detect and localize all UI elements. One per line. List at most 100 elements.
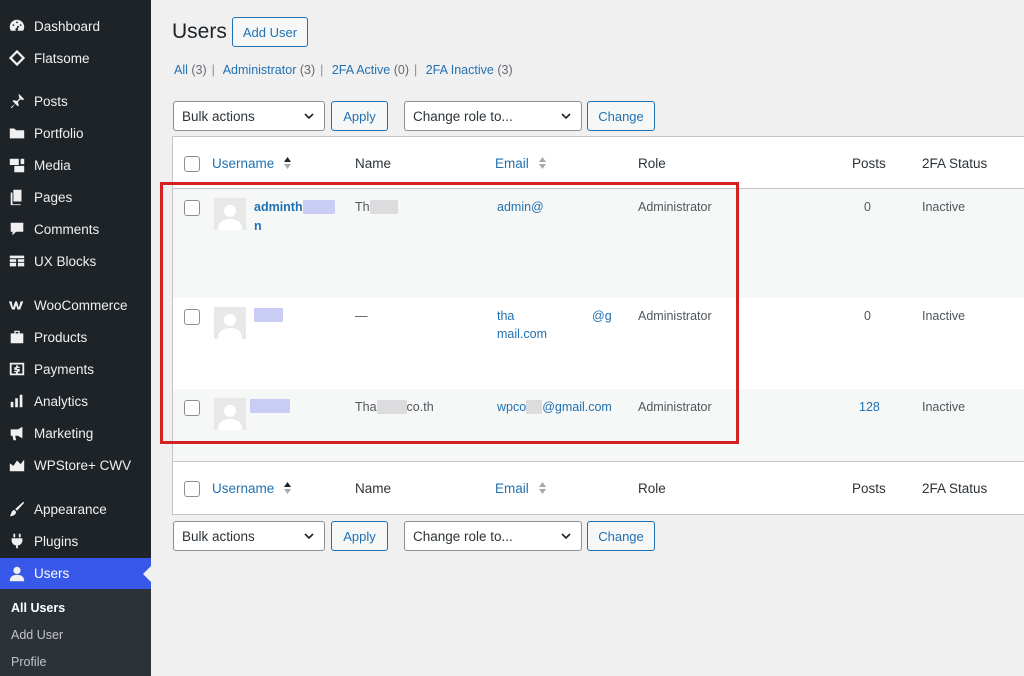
2fa-status-cell: Inactive [922, 400, 966, 414]
sort-arrows-icon [538, 482, 546, 494]
sidebar-item-dashboard[interactable]: Dashboard [0, 11, 151, 41]
column-name: Name [355, 156, 392, 171]
users-submenu: All Users Add User Profile [0, 589, 151, 676]
column-label: Email [495, 481, 529, 496]
sidebar-item-label: Analytics [34, 393, 89, 409]
select-value: Change role to... [413, 528, 513, 544]
column-username-footer[interactable]: Username [212, 481, 292, 496]
media-icon [0, 156, 34, 174]
sidebar-item-label: Payments [34, 361, 95, 377]
filter-count: (3) [497, 63, 513, 77]
filter-all[interactable]: All [174, 63, 188, 77]
select-value: Change role to... [413, 108, 513, 124]
select-all-checkbox-footer[interactable] [184, 481, 200, 497]
change-role-button[interactable]: Change [587, 101, 655, 131]
dashboard-icon [0, 17, 34, 35]
column-label: Username [212, 156, 275, 171]
sort-arrows-icon [284, 482, 292, 494]
sidebar-item-plugins[interactable]: Plugins [0, 526, 151, 556]
column-email[interactable]: Email [495, 156, 547, 171]
folder-icon [0, 124, 34, 142]
flatsome-icon [0, 49, 34, 67]
sidebar-item-ux-blocks[interactable]: UX Blocks [0, 246, 151, 276]
sidebar-item-label: Posts [34, 93, 68, 109]
posts-count: 0 [864, 200, 871, 214]
payments-icon [0, 360, 34, 378]
filter-separator: | [414, 63, 418, 77]
column-role: Role [638, 156, 666, 171]
select-value: Bulk actions [182, 528, 255, 544]
column-2fa-status: 2FA Status [922, 156, 988, 171]
sidebar-item-wpstore-cwv[interactable]: WPStore+ CWV [0, 450, 151, 480]
sidebar-item-analytics[interactable]: Analytics [0, 386, 151, 416]
sidebar-item-label: Users [34, 566, 70, 581]
select-value: Bulk actions [182, 108, 255, 124]
sidebar-item-flatsome[interactable]: Flatsome [0, 43, 151, 73]
products-icon [0, 328, 34, 346]
column-email-footer[interactable]: Email [495, 481, 547, 496]
submenu-all-users[interactable]: All Users [11, 601, 65, 615]
sidebar-item-label: Products [34, 329, 88, 345]
sidebar-item-label: Plugins [34, 533, 79, 549]
column-2fa-status-footer: 2FA Status [922, 481, 988, 496]
apply-button[interactable]: Apply [331, 101, 388, 131]
analytics-icon [0, 392, 34, 410]
submenu-add-user[interactable]: Add User [11, 628, 63, 642]
filter-administrator[interactable]: Administrator [223, 63, 297, 77]
posts-count: 0 [864, 309, 871, 323]
red-highlight-box [160, 182, 739, 444]
sidebar-item-products[interactable]: Products [0, 322, 151, 352]
sidebar-item-portfolio[interactable]: Portfolio [0, 118, 151, 148]
sidebar-item-label: WPStore+ CWV [34, 457, 132, 473]
footer-divider [173, 461, 1024, 462]
blocks-icon [0, 252, 34, 270]
comment-icon [0, 220, 34, 238]
sidebar-item-media[interactable]: Media [0, 150, 151, 180]
sidebar-item-label: Comments [34, 221, 100, 237]
column-username[interactable]: Username [212, 156, 292, 171]
bulk-actions-select-bottom[interactable]: Bulk actions [173, 521, 325, 551]
sidebar-item-label: Dashboard [34, 18, 101, 34]
filter-separator: | [320, 63, 324, 77]
filter-separator: | [211, 63, 215, 77]
sidebar-item-pages[interactable]: Pages [0, 182, 151, 212]
brush-icon [0, 500, 34, 518]
user-icon [0, 565, 34, 583]
sidebar-item-users[interactable]: Users [0, 558, 151, 589]
sidebar-item-payments[interactable]: Payments [0, 354, 151, 384]
add-user-button[interactable]: Add User [232, 17, 308, 47]
change-role-select-bottom[interactable]: Change role to... [404, 521, 582, 551]
bulk-actions-select[interactable]: Bulk actions [173, 101, 325, 131]
filter-2fa-inactive[interactable]: 2FA Inactive [426, 63, 494, 77]
sidebar-item-appearance[interactable]: Appearance [0, 494, 151, 524]
column-posts: Posts [852, 156, 886, 171]
chart-icon [0, 456, 34, 474]
sort-arrows-icon [538, 157, 546, 169]
submenu-profile[interactable]: Profile [11, 655, 46, 669]
2fa-status-cell: Inactive [922, 309, 966, 323]
sidebar-item-label: Appearance [34, 501, 107, 517]
woo-icon [0, 296, 34, 314]
sidebar-item-comments[interactable]: Comments [0, 214, 151, 244]
sidebar-item-woocommerce[interactable]: WooCommerce [0, 290, 151, 320]
column-label: Username [212, 481, 275, 496]
change-role-select[interactable]: Change role to... [404, 101, 582, 131]
filter-count: (3) [191, 63, 207, 77]
sidebar-item-label: Portfolio [34, 125, 84, 141]
sidebar-item-marketing[interactable]: Marketing [0, 418, 151, 448]
chevron-down-icon [561, 113, 571, 120]
pages-icon [0, 188, 34, 206]
select-all-checkbox[interactable] [184, 156, 200, 172]
sort-arrows-icon [284, 157, 292, 169]
filter-2fa-active[interactable]: 2FA Active [332, 63, 390, 77]
column-posts-footer: Posts [852, 481, 886, 496]
apply-button-bottom[interactable]: Apply [331, 521, 388, 551]
sidebar-item-label: Media [34, 157, 71, 173]
column-label: Email [495, 156, 529, 171]
column-name-footer: Name [355, 481, 392, 496]
sidebar-item-posts[interactable]: Posts [0, 86, 151, 116]
posts-count-link[interactable]: 128 [859, 400, 880, 414]
change-role-button-bottom[interactable]: Change [587, 521, 655, 551]
megaphone-icon [0, 424, 34, 442]
admin-sidebar: Dashboard Flatsome Posts Portfolio Media… [0, 0, 151, 676]
